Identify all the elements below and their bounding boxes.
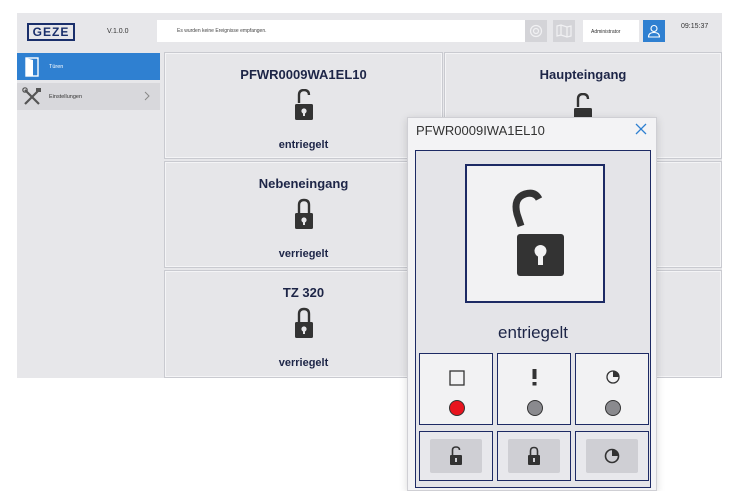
unlocked-icon — [512, 189, 564, 276]
chevron-right-icon — [144, 91, 150, 101]
door-tile[interactable]: TZ 320 verriegelt — [164, 270, 443, 378]
door-state: entriegelt — [278, 139, 329, 151]
map-button[interactable] — [553, 20, 575, 42]
close-icon[interactable] — [634, 122, 648, 136]
lock-control — [497, 431, 571, 481]
sidebar: Türen Einstellungen — [17, 50, 164, 378]
status-dot — [527, 400, 543, 416]
version-label: V.1.0.0 — [107, 28, 129, 35]
status-dot — [605, 400, 621, 416]
door-state: verriegelt — [278, 357, 329, 369]
door-name: TZ 320 — [282, 285, 325, 300]
sidebar-item-doors[interactable]: Türen — [17, 53, 160, 80]
unlocked-icon — [294, 89, 313, 120]
unlocked-icon — [450, 446, 462, 465]
lock-button[interactable] — [508, 439, 560, 473]
dialog-body: entriegelt — [415, 150, 651, 488]
indicator-cell — [497, 353, 571, 425]
indicator-cell — [575, 353, 649, 425]
door-state: verriegelt — [278, 248, 329, 260]
locked-icon — [294, 198, 313, 229]
map-icon — [556, 24, 572, 38]
user-icon — [647, 24, 661, 38]
door-tile[interactable]: Nebeneingang verriegelt — [164, 161, 443, 268]
app-window: GEZE V.1.0.0 Es wurden keine Ereignisse … — [0, 0, 736, 491]
event-message-field[interactable]: Es wurden keine Ereignisse empfangen. — [157, 20, 532, 42]
user-button[interactable] — [643, 20, 665, 42]
sidebar-item-settings[interactable]: Einstellungen — [17, 83, 160, 110]
door-name: PFWR0009WA1EL10 — [240, 67, 367, 82]
door-name: Haupteingang — [539, 67, 627, 82]
locked-icon — [528, 446, 540, 465]
tools-icon — [21, 86, 43, 108]
indicator-cell — [419, 353, 493, 425]
unlock-control — [419, 431, 493, 481]
user-name: Administrator — [583, 20, 639, 42]
dialog-title: PFWR0009IWA1EL10 — [416, 123, 545, 138]
clock: 09:15:37 — [681, 23, 709, 30]
sidebar-item-label: Einstellungen — [49, 93, 83, 100]
timer-icon — [604, 448, 620, 464]
top-bar: GEZE V.1.0.0 Es wurden keine Ereignisse … — [17, 13, 722, 50]
door-detail-dialog: PFWR0009IWA1EL10 entriegelt — [407, 117, 657, 491]
geze-logo: GEZE — [27, 23, 75, 41]
alarm-button[interactable] — [525, 20, 547, 42]
locked-icon — [294, 307, 313, 338]
dialog-state: entriegelt — [498, 323, 568, 342]
status-dot — [449, 400, 465, 416]
door-tile[interactable]: PFWR0009WA1EL10 entriegelt — [164, 52, 443, 159]
lock-status-display — [465, 164, 605, 303]
alarm-icon — [529, 24, 543, 38]
unlock-button[interactable] — [430, 439, 482, 473]
timer-button[interactable] — [586, 439, 638, 473]
door-name: Nebeneingang — [258, 176, 349, 191]
timer-control — [575, 431, 649, 481]
sidebar-item-label: Türen — [49, 63, 64, 70]
door-icon — [21, 56, 43, 78]
